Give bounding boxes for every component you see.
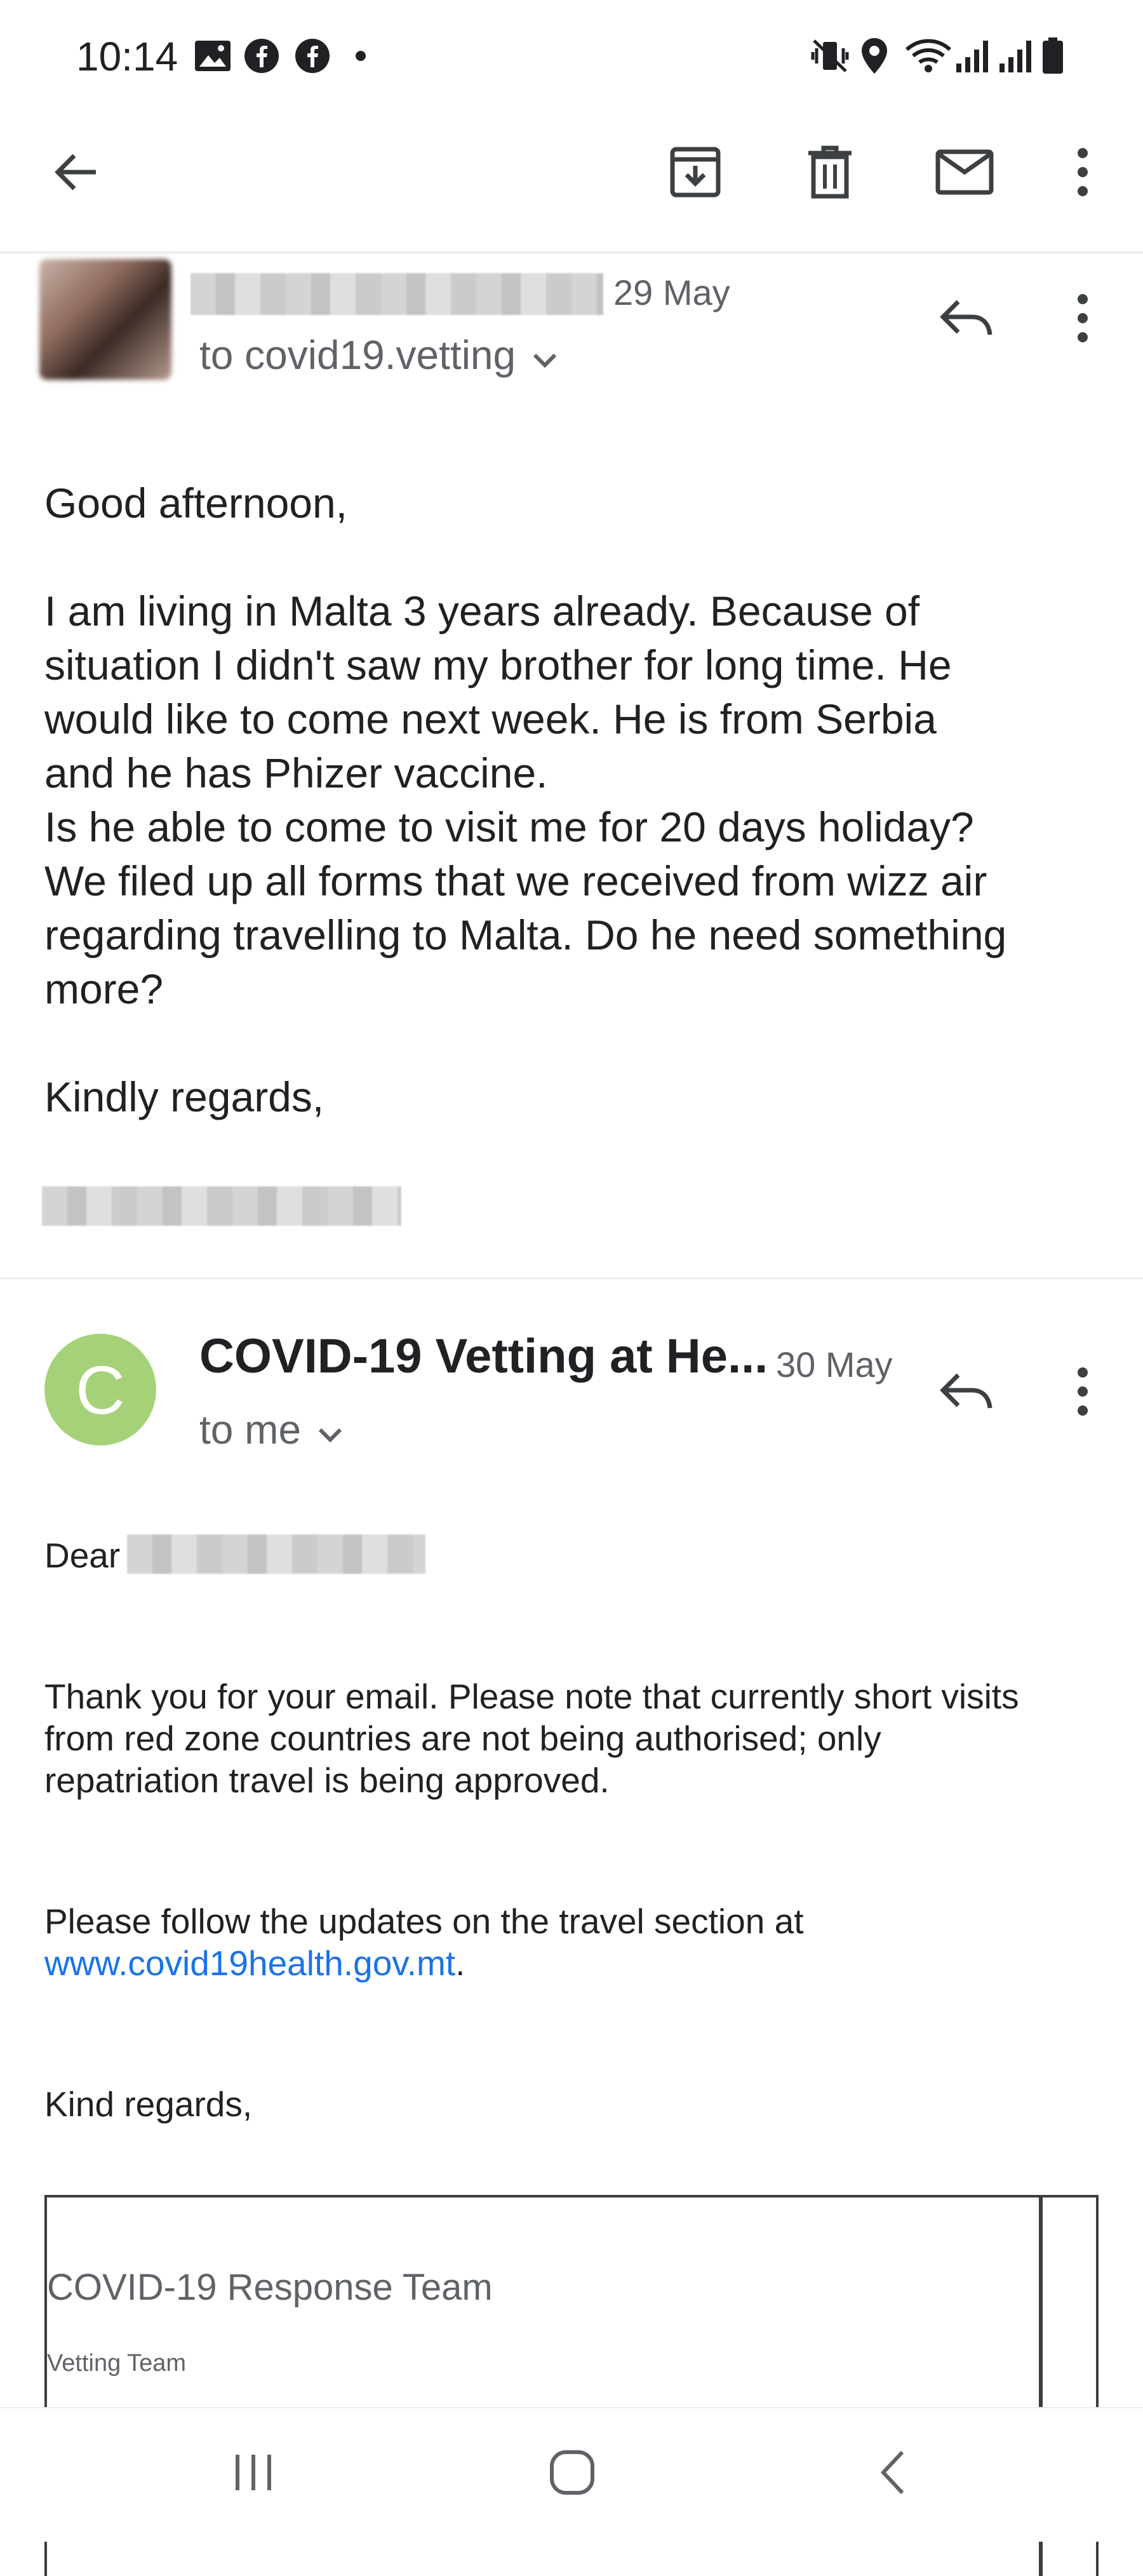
- recipient-name-redacted: [127, 1534, 425, 1574]
- health-website-link[interactable]: www.covid19health.gov.mt: [44, 1943, 455, 1983]
- body-line: Is he able to come to visit me for 20 da…: [44, 803, 974, 850]
- body-line: I am living in Malta 3 years already. Be…: [44, 587, 920, 634]
- delete-button[interactable]: [795, 138, 865, 208]
- home-button[interactable]: [537, 2439, 607, 2509]
- message-date: 29 May: [613, 272, 730, 312]
- link-suffix: .: [455, 1943, 465, 1983]
- facebook-icon: [244, 38, 279, 74]
- more-vert-icon: [1076, 147, 1089, 201]
- home-icon: [548, 2448, 596, 2500]
- signal-icon: [955, 38, 991, 74]
- closing: Kind regards,: [44, 2084, 253, 2124]
- delete-icon: [806, 145, 854, 202]
- more-options-button[interactable]: [1048, 138, 1118, 208]
- message-divider: [0, 1278, 1143, 1279]
- body-line: We filed up all forms that we received f…: [44, 857, 987, 904]
- chevron-down-icon: [318, 1406, 343, 1453]
- closing: Kindly regards,: [44, 1073, 324, 1120]
- mark-unread-button[interactable]: [930, 138, 999, 208]
- recent-apps-button[interactable]: [218, 2439, 288, 2509]
- body-line: more?: [44, 965, 164, 1012]
- location-icon: [860, 38, 889, 74]
- signal-icon: [998, 38, 1034, 74]
- reply-button[interactable]: [931, 1358, 1001, 1428]
- vibrate-icon: [810, 38, 850, 74]
- body-line: and he has Phizer vaccine.: [44, 749, 548, 796]
- battery-icon: [1041, 37, 1064, 74]
- back-chevron-icon: [877, 2448, 907, 2500]
- recipient-label: to covid19.vetting: [199, 332, 516, 378]
- paragraph: Please follow the updates on the travel …: [44, 1900, 1111, 1984]
- reply-icon: [939, 1372, 993, 1414]
- reply-icon: [939, 299, 993, 340]
- reply-button[interactable]: [931, 285, 1001, 354]
- archive-button[interactable]: [660, 138, 730, 208]
- paragraph-line: repatriation travel is being approved.: [44, 1761, 610, 1800]
- paragraph: Thank you for your email. Please note th…: [44, 1675, 1111, 1801]
- wifi-icon: [904, 38, 952, 74]
- sender-name: COVID-19 Vetting at He...: [199, 1329, 765, 1383]
- body-line: regarding travelling to Malta. Do he nee…: [44, 911, 1007, 958]
- message-date: 30 May: [776, 1345, 893, 1385]
- paragraph-line: from red zone countries are not being au…: [44, 1719, 881, 1758]
- paragraph-line: Please follow the updates on the travel …: [44, 1902, 804, 1941]
- sender-name-redacted: [190, 273, 603, 315]
- facebook-icon: [295, 38, 330, 74]
- avatar[interactable]: C: [44, 1334, 156, 1446]
- message-more-button[interactable]: [1048, 1358, 1118, 1428]
- recent-apps-icon: [231, 2452, 276, 2496]
- paragraph-line: Thank you for your email. Please note th…: [44, 1677, 1019, 1716]
- message-body: Good afternoon, I am living in Malta 3 y…: [44, 476, 1111, 1124]
- chevron-down-icon: [532, 332, 558, 379]
- toolbar-divider: [0, 252, 1143, 255]
- mark-unread-icon: [935, 149, 994, 198]
- signature-title: COVID-19 Response Team: [47, 2267, 493, 2308]
- signature-redacted: [42, 1186, 401, 1226]
- more-vert-icon: [1076, 1366, 1089, 1420]
- sender-avatar-blurred[interactable]: [39, 259, 171, 380]
- body-line: would like to come next week. He is from…: [44, 695, 937, 742]
- signature-subtitle: Vetting Team: [47, 2350, 187, 2377]
- greeting: Good afternoon,: [44, 480, 348, 527]
- recipients-toggle[interactable]: to covid19.vetting: [199, 332, 558, 379]
- back-button[interactable]: [41, 138, 110, 208]
- back-arrow-icon: [51, 148, 100, 199]
- body-line: situation I didn't saw my brother for lo…: [44, 641, 952, 688]
- more-vert-icon: [1076, 293, 1089, 347]
- recipient-label: to me: [199, 1407, 302, 1452]
- image-icon: [194, 38, 231, 74]
- recipients-toggle[interactable]: to me: [199, 1406, 343, 1453]
- message-more-button[interactable]: [1048, 285, 1118, 354]
- archive-icon: [669, 145, 722, 202]
- nav-back-button[interactable]: [857, 2439, 927, 2509]
- dot-icon: [354, 38, 367, 74]
- status-time: 10:14: [76, 34, 178, 79]
